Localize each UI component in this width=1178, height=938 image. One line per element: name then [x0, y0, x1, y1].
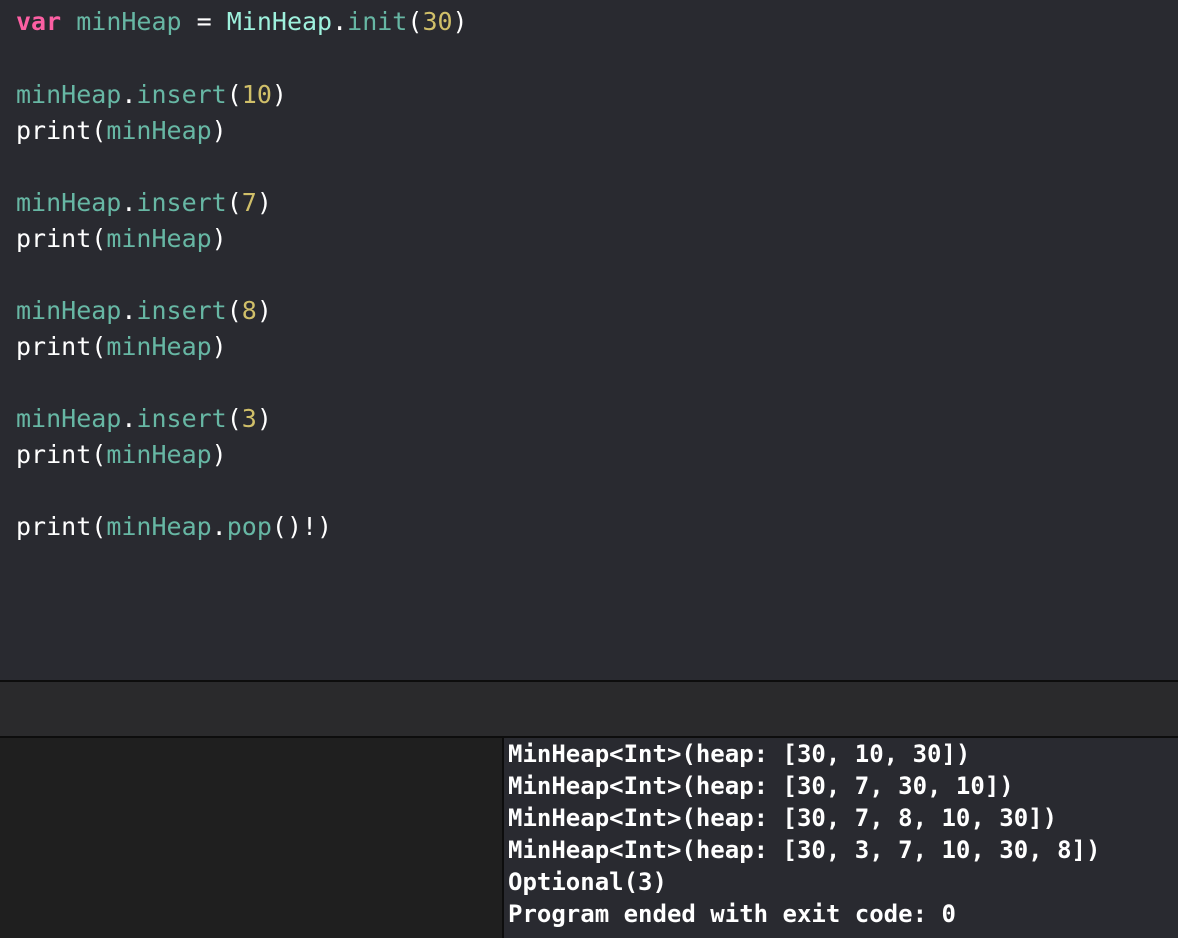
code-line-15[interactable]: print(minHeap.pop()!) [16, 509, 332, 545]
code-token-number: 3 [241, 404, 257, 433]
code-token-var: minHeap [106, 332, 212, 361]
code-line-4[interactable]: print(minHeap) [16, 113, 227, 149]
code-token-plain: print( [16, 116, 107, 145]
code-line-1[interactable]: var minHeap = MinHeap.init(30) [16, 4, 468, 40]
code-token-number: 30 [422, 7, 453, 36]
code-token-var: minHeap [16, 404, 122, 433]
code-token-var: minHeap [16, 80, 122, 109]
code-token-plain: ()!) [271, 512, 333, 541]
code-token-plain: ( [226, 404, 242, 433]
code-line-7[interactable]: print(minHeap) [16, 221, 227, 257]
code-token-plain: ) [256, 188, 272, 217]
code-token-var: minHeap [16, 188, 122, 217]
code-token-number: 8 [241, 296, 257, 325]
code-token-plain: ( [226, 296, 242, 325]
code-token-plain: ( [226, 188, 242, 217]
code-token-keyword: var [16, 7, 62, 36]
code-line-9[interactable]: minHeap.insert(8) [16, 293, 272, 329]
debug-bar [0, 682, 1178, 736]
code-token-plain: ) [256, 404, 272, 433]
code-token-method: init [347, 7, 408, 36]
code-token-plain: ( [226, 80, 242, 109]
code-token-plain: . [211, 512, 227, 541]
code-token-var: minHeap [16, 296, 122, 325]
code-token-plain: . [121, 188, 137, 217]
code-token-decl: minHeap [76, 7, 182, 36]
code-token-var: minHeap [106, 116, 212, 145]
code-token-plain: ) [452, 7, 468, 36]
code-token-plain: ) [211, 224, 227, 253]
code-token-plain: print( [16, 224, 107, 253]
console-line: MinHeap<Int>(heap: [30, 7, 30, 10]) [508, 772, 1014, 800]
xcode-window: var minHeap = MinHeap.init(30) minHeap.i… [0, 0, 1178, 938]
code-token-plain: print( [16, 440, 107, 469]
code-token-plain: ( [407, 7, 423, 36]
code-token-plain: ) [271, 80, 287, 109]
code-token-plain: ) [211, 440, 227, 469]
console-line: MinHeap<Int>(heap: [30, 7, 8, 10, 30]) [508, 804, 1058, 832]
code-token-number: 7 [241, 188, 257, 217]
code-token-method: insert [136, 188, 227, 217]
code-line-6[interactable]: minHeap.insert(7) [16, 185, 272, 221]
console-output[interactable]: MinHeap<Int>(heap: [30, 10, 30]) MinHeap… [504, 738, 1178, 938]
code-line-13[interactable]: print(minHeap) [16, 437, 227, 473]
code-token-plain: ) [256, 296, 272, 325]
code-token-plain: print( [16, 332, 107, 361]
code-token-method: insert [136, 296, 227, 325]
code-token-plain: ) [211, 116, 227, 145]
code-token-method: pop [226, 512, 272, 541]
code-token-number: 10 [241, 80, 272, 109]
code-token-plain: . [121, 80, 137, 109]
code-token-method: insert [136, 80, 227, 109]
code-token-plain: . [121, 296, 137, 325]
code-token-plain: print( [16, 512, 107, 541]
code-token-var: minHeap [106, 440, 212, 469]
code-token-method: insert [136, 404, 227, 433]
code-token-plain: ) [211, 332, 227, 361]
code-line-12[interactable]: minHeap.insert(3) [16, 401, 272, 437]
source-editor[interactable]: var minHeap = MinHeap.init(30) minHeap.i… [0, 0, 1178, 680]
variables-view[interactable] [0, 738, 502, 938]
console-line: MinHeap<Int>(heap: [30, 3, 7, 10, 30, 8]… [508, 836, 1101, 864]
code-token-var: minHeap [106, 224, 212, 253]
code-token-var: minHeap [106, 512, 212, 541]
code-line-10[interactable]: print(minHeap) [16, 329, 227, 365]
console-line: Program ended with exit code: 0 [508, 900, 956, 928]
code-token-type: MinHeap [226, 7, 333, 36]
code-line-3[interactable]: minHeap.insert(10) [16, 77, 287, 113]
code-token-plain: . [121, 404, 137, 433]
console-line: MinHeap<Int>(heap: [30, 10, 30]) [508, 740, 971, 768]
code-token-plain: = [181, 7, 227, 36]
code-token-plain: . [332, 7, 348, 36]
console-line: Optional(3) [508, 868, 667, 896]
